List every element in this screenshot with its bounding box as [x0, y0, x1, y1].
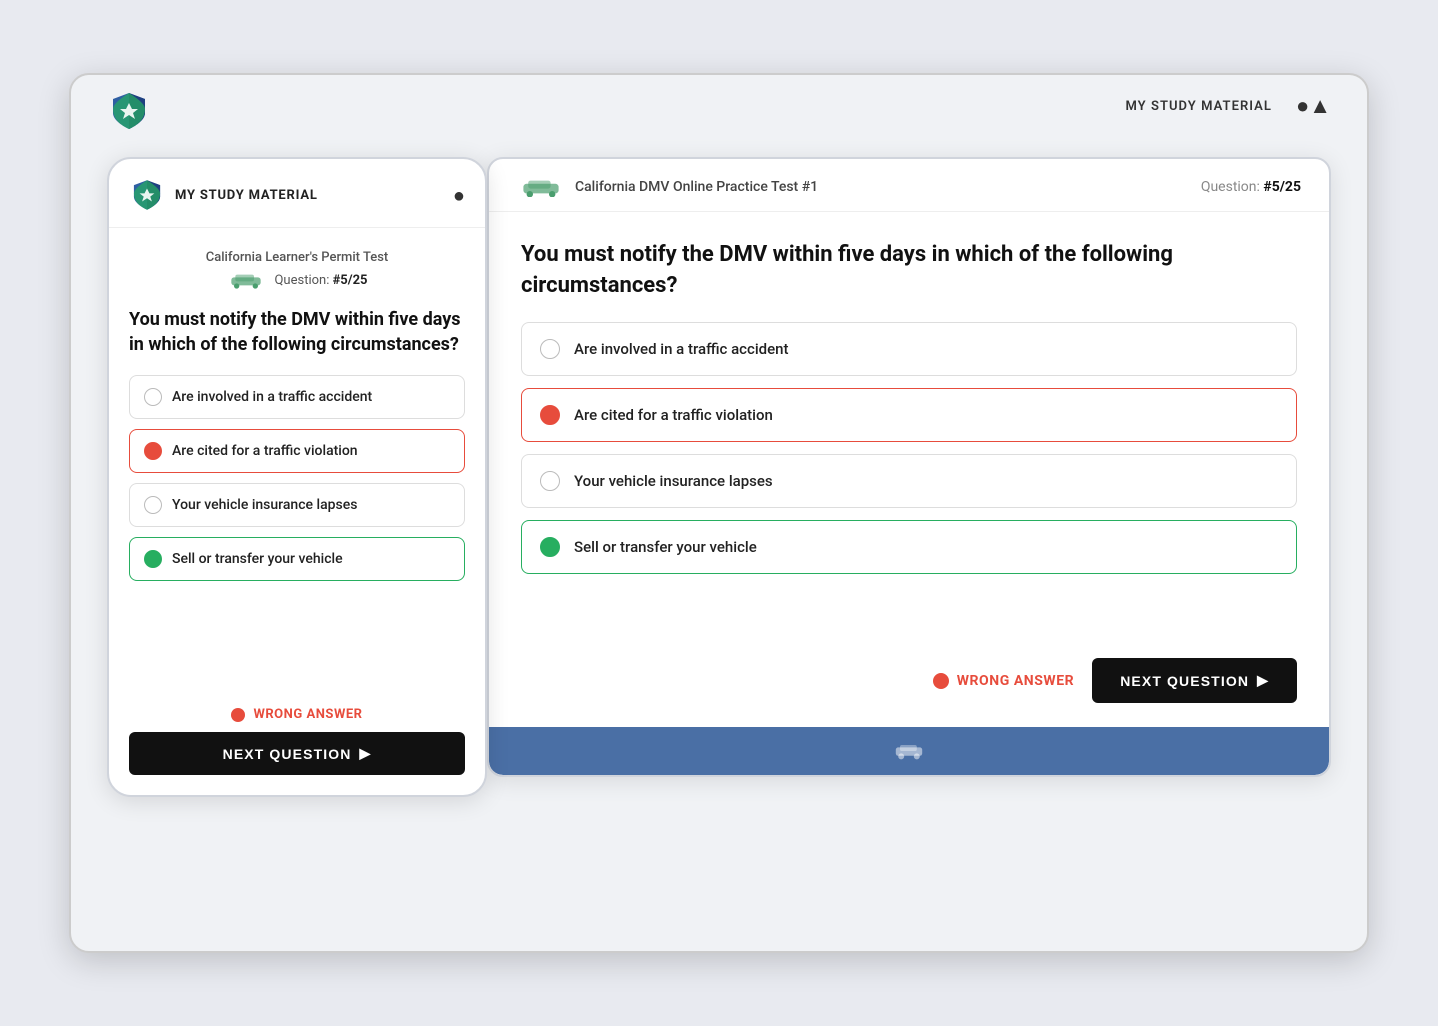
desktop-body: You must notify the DMV within five days…	[489, 212, 1329, 644]
desktop-wrong-answer-row: WRONG ANSWER	[933, 673, 1075, 689]
desktop-option-3[interactable]: Your vehicle insurance lapses	[521, 454, 1297, 508]
mobile-option-1-dot	[144, 388, 162, 406]
mobile-header-title: MY STUDY MATERIAL	[175, 188, 318, 203]
outer-device: MY STUDY MATERIAL ●▲ MY STUDY MATERIAL ●	[69, 73, 1369, 953]
mobile-wrong-answer-label: WRONG ANSWER	[253, 707, 362, 722]
desktop-option-3-label: Your vehicle insurance lapses	[574, 472, 773, 490]
mobile-question-label: Question: #5/25	[274, 273, 367, 288]
desktop-option-2-dot	[540, 405, 560, 425]
desktop-option-4[interactable]: Sell or transfer your vehicle	[521, 520, 1297, 574]
desktop-top-bar: California DMV Online Practice Test #1 Q…	[489, 159, 1329, 212]
mobile-option-1[interactable]: Are involved in a traffic accident	[129, 375, 465, 419]
desktop-option-3-dot	[540, 471, 560, 491]
desktop-test-name: California DMV Online Practice Test #1	[575, 179, 818, 195]
mobile-options: Are involved in a traffic accident Are c…	[129, 375, 465, 581]
desktop-question-num: #5/25	[1263, 179, 1301, 195]
mobile-body: California Learner's Permit Test Questio…	[109, 228, 485, 693]
mobile-wrong-answer-row: WRONG ANSWER	[231, 707, 362, 722]
desktop-option-2[interactable]: Are cited for a traffic violation	[521, 388, 1297, 442]
mobile-logo-area: MY STUDY MATERIAL	[129, 177, 318, 213]
mobile-option-4[interactable]: Sell or transfer your vehicle	[129, 537, 465, 581]
mobile-user-icon[interactable]: ●	[453, 183, 465, 208]
desktop-bottom-bar	[489, 727, 1329, 775]
desktop-option-1[interactable]: Are involved in a traffic accident	[521, 322, 1297, 376]
mobile-option-1-label: Are involved in a traffic accident	[172, 389, 372, 405]
mobile-option-4-dot	[144, 550, 162, 568]
desktop-top-left: California DMV Online Practice Test #1	[517, 177, 818, 197]
desktop-option-1-dot	[540, 339, 560, 359]
mobile-subtitle: California Learner's Permit Test	[129, 250, 465, 265]
desktop-panel: California DMV Online Practice Test #1 Q…	[487, 157, 1331, 777]
desktop-option-4-dot	[540, 537, 560, 557]
mobile-shield-icon	[129, 177, 165, 213]
mobile-footer: WRONG ANSWER NEXT QUESTION ▶	[109, 693, 485, 795]
desktop-question-counter: Question: #5/25	[1201, 179, 1301, 195]
mobile-next-button-label: NEXT QUESTION	[223, 746, 352, 762]
nav-user-icon[interactable]: ●▲	[1296, 93, 1331, 119]
desktop-wrong-answer-label: WRONG ANSWER	[957, 673, 1075, 689]
mobile-question-text: You must notify the DMV within five days…	[129, 307, 465, 357]
nav-study-material[interactable]: MY STUDY MATERIAL	[1125, 99, 1272, 114]
mobile-option-3[interactable]: Your vehicle insurance lapses	[129, 483, 465, 527]
mobile-next-arrow-icon: ▶	[360, 745, 372, 762]
main-content: MY STUDY MATERIAL ● California Learner's…	[71, 137, 1367, 951]
top-nav-links: MY STUDY MATERIAL ●▲	[1125, 93, 1331, 119]
mobile-next-button[interactable]: NEXT QUESTION ▶	[129, 732, 465, 775]
top-nav: MY STUDY MATERIAL ●▲	[71, 75, 1367, 137]
desktop-footer: WRONG ANSWER NEXT QUESTION ▶	[489, 644, 1329, 727]
desktop-options: Are involved in a traffic accident Are c…	[521, 322, 1297, 574]
bottom-bar-icon	[891, 740, 927, 762]
logo-area	[107, 89, 151, 137]
desktop-wrong-dot	[933, 673, 949, 689]
mobile-car-row: Question: #5/25	[129, 271, 465, 289]
logo-shield-icon	[107, 89, 151, 133]
mobile-option-2[interactable]: Are cited for a traffic violation	[129, 429, 465, 473]
desktop-option-2-label: Are cited for a traffic violation	[574, 406, 773, 424]
mobile-option-3-dot	[144, 496, 162, 514]
desktop-option-1-label: Are involved in a traffic accident	[574, 340, 788, 358]
desktop-option-4-label: Sell or transfer your vehicle	[574, 538, 757, 556]
mobile-option-2-dot	[144, 442, 162, 460]
mobile-option-3-label: Your vehicle insurance lapses	[172, 497, 357, 513]
desktop-question-text: You must notify the DMV within five days…	[521, 240, 1297, 302]
mobile-question-num-val: #5/25	[333, 273, 368, 288]
desktop-next-button-label: NEXT QUESTION	[1120, 673, 1249, 689]
mobile-option-2-label: Are cited for a traffic violation	[172, 443, 358, 459]
mobile-mockup: MY STUDY MATERIAL ● California Learner's…	[107, 157, 487, 797]
desktop-next-button[interactable]: NEXT QUESTION ▶	[1092, 658, 1297, 703]
car-icon	[226, 271, 266, 289]
mobile-header: MY STUDY MATERIAL ●	[109, 159, 485, 228]
desktop-car-icon	[517, 177, 565, 197]
desktop-next-arrow-icon: ▶	[1257, 672, 1269, 689]
mobile-wrong-dot	[231, 708, 245, 722]
mobile-option-4-label: Sell or transfer your vehicle	[172, 551, 343, 567]
